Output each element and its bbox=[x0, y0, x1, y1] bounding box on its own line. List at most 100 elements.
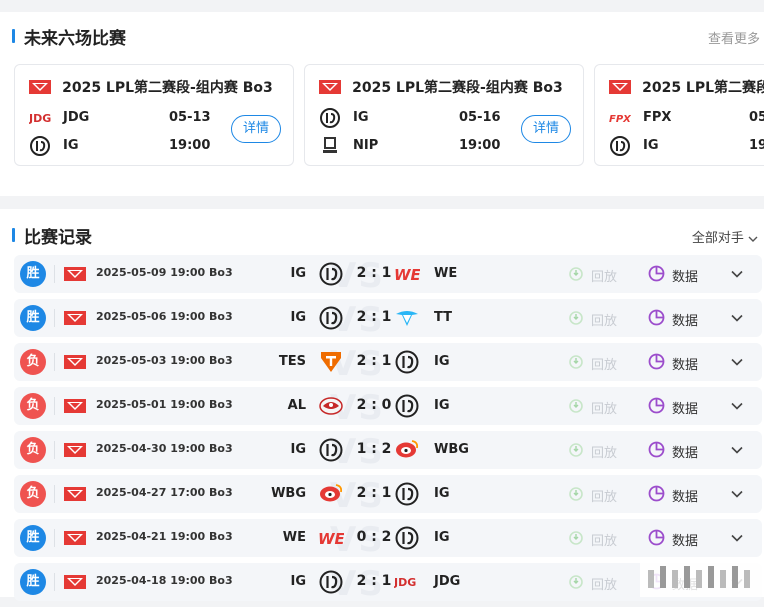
match-score: 2 : 1 bbox=[356, 485, 392, 501]
replay-button[interactable]: 回放 bbox=[569, 265, 629, 285]
replay-button[interactable]: 回放 bbox=[569, 353, 629, 373]
replay-button[interactable]: 回放 bbox=[569, 309, 629, 329]
svg-text:JDG: JDG bbox=[29, 112, 51, 125]
replay-icon bbox=[569, 399, 583, 413]
replay-label: 回放 bbox=[591, 358, 618, 373]
match-row[interactable]: 负 2025-04-30 19:00 Bo3 VS IG 1 : 2 WBG 回… bbox=[14, 431, 762, 472]
watermark-icon bbox=[640, 560, 764, 597]
replay-button[interactable]: 回放 bbox=[569, 397, 629, 417]
card-time: 19:00 bbox=[169, 138, 211, 153]
replay-label: 回放 bbox=[591, 314, 618, 329]
chevron-down-icon[interactable] bbox=[730, 311, 744, 325]
match-row[interactable]: 负 2025-05-03 19:00 Bo3 VS TES 2 : 1 IG 回… bbox=[14, 343, 762, 384]
replay-label: 回放 bbox=[591, 270, 618, 285]
match-row[interactable]: 负 2025-04-27 17:00 Bo3 VS WBG 2 : 1 IG 回… bbox=[14, 475, 762, 516]
match-score: 2 : 1 bbox=[356, 353, 392, 369]
al-logo-icon bbox=[318, 394, 344, 418]
stats-button[interactable]: 数据 bbox=[648, 352, 718, 373]
chevron-down-icon[interactable] bbox=[730, 399, 744, 413]
card-title: 2025 LPL第二赛段-组内赛 Bo3 bbox=[642, 79, 764, 96]
match-row[interactable]: 胜 2025-05-06 19:00 Bo3 VS IG 2 : 1 TT 回放… bbox=[14, 299, 762, 340]
opponent-filter[interactable]: 全部对手 bbox=[692, 227, 758, 246]
lpl-logo-icon bbox=[64, 267, 86, 281]
match-score: 2 : 1 bbox=[356, 309, 392, 325]
chevron-down-icon[interactable] bbox=[730, 487, 744, 501]
replay-label: 回放 bbox=[591, 534, 618, 549]
pie-chart-icon bbox=[648, 397, 665, 414]
replay-icon bbox=[569, 531, 583, 545]
svg-text:JDG: JDG bbox=[394, 576, 416, 589]
stats-label: 数据 bbox=[672, 314, 699, 329]
stats-button[interactable]: 数据 bbox=[648, 528, 718, 549]
chevron-down-icon[interactable] bbox=[730, 267, 744, 281]
replay-label: 回放 bbox=[591, 490, 618, 505]
view-more-link[interactable]: 查看更多 bbox=[708, 28, 760, 47]
match-score: 2 : 1 bbox=[356, 265, 392, 281]
result-badge: 胜 bbox=[20, 261, 46, 287]
nip-logo-icon bbox=[323, 137, 337, 153]
lpl-logo-icon bbox=[64, 399, 86, 413]
chevron-down-icon[interactable] bbox=[730, 443, 744, 457]
ig-logo-icon bbox=[30, 136, 50, 156]
records-panel: 比赛记录 全部对手 胜 2025-05-09 19:00 Bo3 VS IG 2… bbox=[0, 209, 764, 604]
lpl-logo-icon bbox=[64, 355, 86, 369]
ig-logo-icon bbox=[394, 394, 420, 418]
jdg-logo-icon: JDG bbox=[29, 112, 51, 125]
stats-button[interactable]: 数据 bbox=[648, 396, 718, 417]
lpl-logo-icon bbox=[64, 531, 86, 545]
svg-text:WE: WE bbox=[318, 530, 344, 548]
stats-button[interactable]: 数据 bbox=[648, 308, 718, 329]
ig-logo-icon bbox=[318, 262, 344, 286]
result-badge: 负 bbox=[20, 349, 46, 375]
pie-chart-icon bbox=[648, 441, 665, 458]
detail-button[interactable]: 详情 bbox=[231, 115, 281, 143]
match-row[interactable]: 负 2025-05-01 19:00 Bo3 VS AL 2 : 0 IG 回放… bbox=[14, 387, 762, 428]
card-date: 05- bbox=[749, 110, 764, 125]
replay-button[interactable]: 回放 bbox=[569, 529, 629, 549]
stats-label: 数据 bbox=[672, 402, 699, 417]
match-datetime: 2025-04-21 19:00 Bo3 bbox=[96, 530, 233, 543]
jdg-logo-icon: JDG bbox=[393, 570, 420, 594]
card-time: 19:00 bbox=[459, 138, 501, 153]
replay-icon bbox=[569, 267, 583, 281]
pie-chart-icon bbox=[648, 485, 665, 502]
lpl-logo-icon bbox=[609, 79, 631, 94]
upcoming-title: 未来六场比赛 bbox=[24, 29, 126, 49]
stats-label: 数据 bbox=[672, 534, 699, 549]
result-badge: 胜 bbox=[20, 525, 46, 551]
team2-name: IG bbox=[434, 398, 450, 413]
chevron-down-icon[interactable] bbox=[730, 531, 744, 545]
row-divider bbox=[54, 573, 55, 591]
replay-button[interactable]: 回放 bbox=[569, 441, 629, 461]
card-team1-name: IG bbox=[353, 110, 369, 125]
stats-button[interactable]: 数据 bbox=[648, 440, 718, 461]
row-divider bbox=[54, 441, 55, 459]
chevron-down-icon[interactable] bbox=[730, 355, 744, 369]
match-row[interactable]: 胜 2025-04-21 19:00 Bo3 VS WE WE 0 : 2 IG… bbox=[14, 519, 762, 560]
ig-logo-icon bbox=[318, 438, 344, 462]
card-time: 19:00 bbox=[749, 138, 764, 153]
upcoming-card[interactable]: 2025 LPL第二赛段-组内赛 Bo3 JDG JDG 05-13 IG 19… bbox=[14, 64, 294, 166]
replay-button[interactable]: 回放 bbox=[569, 485, 629, 505]
team1-name: IG bbox=[290, 310, 306, 325]
match-list: 胜 2025-05-09 19:00 Bo3 VS IG 2 : 1 WE WE… bbox=[14, 255, 762, 607]
stats-button[interactable]: 数据 bbox=[648, 264, 718, 285]
ig-logo-icon bbox=[394, 350, 420, 374]
card-header: 2025 LPL第二赛段-组内赛 Bo3 bbox=[609, 76, 764, 96]
match-datetime: 2025-05-06 19:00 Bo3 bbox=[96, 310, 233, 323]
replay-icon bbox=[569, 487, 583, 501]
match-row[interactable]: 胜 2025-05-09 19:00 Bo3 VS IG 2 : 1 WE WE… bbox=[14, 255, 762, 296]
stats-button[interactable]: 数据 bbox=[648, 484, 718, 505]
team2-name: IG bbox=[434, 354, 450, 369]
upcoming-card[interactable]: 2025 LPL第二赛段-组内赛 Bo3 FPX FPX 05- IG 19:0… bbox=[594, 64, 764, 166]
team1-name: WE bbox=[282, 530, 306, 545]
section-accent-bar bbox=[12, 228, 15, 242]
detail-button[interactable]: 详情 bbox=[521, 115, 571, 143]
lpl-logo-icon bbox=[319, 79, 341, 94]
upcoming-card[interactable]: 2025 LPL第二赛段-组内赛 Bo3 IG 05-16 NIP 19:00 … bbox=[304, 64, 584, 166]
replay-icon bbox=[569, 355, 583, 369]
card-team2-row: IG 19:00 bbox=[609, 135, 764, 157]
replay-button[interactable]: 回放 bbox=[569, 573, 629, 593]
pie-chart-icon bbox=[648, 529, 665, 546]
replay-icon bbox=[569, 575, 583, 589]
